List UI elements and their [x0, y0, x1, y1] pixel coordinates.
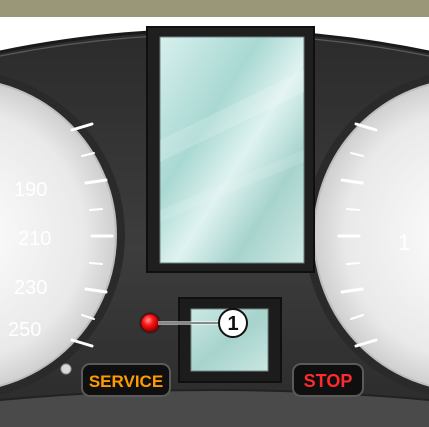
- center-display: [146, 26, 315, 273]
- service-indicator: SERVICE: [81, 363, 171, 397]
- warning-light: [139, 312, 161, 334]
- service-label: SERVICE: [89, 372, 163, 391]
- callout-number: 1: [227, 313, 238, 335]
- cluster-svg: 190 210 230 250 1 1 SERVICE STOP: [0, 26, 429, 427]
- left-gauge-tick-190: 190: [14, 179, 47, 201]
- stop-indicator: STOP: [292, 363, 364, 397]
- left-gauge-tick-250: 250: [8, 319, 41, 341]
- stop-label: STOP: [304, 371, 353, 391]
- left-gauge-tick-230: 230: [14, 277, 47, 299]
- instrument-cluster-illustration: 190 210 230 250 1 1 SERVICE STOP: [0, 0, 429, 427]
- left-gauge-tick-210: 210: [18, 228, 51, 250]
- callout-badge: 1: [218, 308, 248, 338]
- right-gauge-tick-1: 1: [398, 230, 410, 255]
